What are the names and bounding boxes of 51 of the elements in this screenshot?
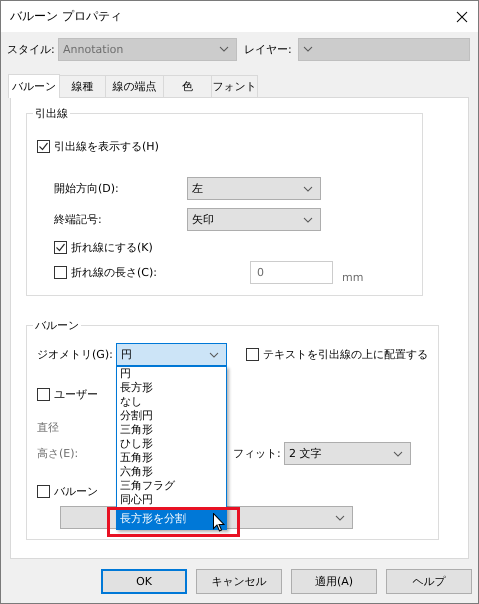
tab[interactable]: バルーン [8, 74, 60, 98]
checkbox[interactable] [37, 388, 50, 400]
field-label: 開始方向(D): [54, 181, 120, 196]
list-item[interactable]: ひし形 [116, 437, 226, 451]
list-item[interactable]: 分割円 [116, 409, 226, 423]
list-item[interactable]: なし [116, 395, 226, 409]
close-icon[interactable] [456, 10, 468, 22]
list-item[interactable]: 同心円 [116, 493, 226, 507]
list-item[interactable]: 六角形 [116, 465, 226, 479]
checkbox-label: テキストを引出線の上に配置する [262, 347, 428, 362]
geometry-dropdown[interactable]: 円 [116, 343, 227, 366]
dialog-button[interactable]: ヘルプ [386, 569, 472, 594]
checkbox-label: 引出線を表示する(H) [54, 138, 159, 154]
tab[interactable]: フォント [211, 75, 258, 97]
chevron-icon [335, 514, 345, 520]
field-label: 直径 [37, 420, 59, 434]
chevron-icon [303, 186, 313, 192]
list-item[interactable]: 五角形 [116, 451, 226, 465]
style-label: スタイル: [7, 42, 56, 56]
dropdown[interactable]: 左 [187, 177, 321, 200]
group-title: バルーン [34, 318, 80, 333]
list-item[interactable]: 三角形 [116, 423, 226, 437]
list-item[interactable]: 円 [116, 367, 226, 381]
chevron-icon [208, 352, 219, 358]
checkbox-label: ユーザー [54, 386, 98, 402]
checkbox[interactable] [246, 348, 259, 361]
unit-label: mm [342, 271, 364, 284]
checkbox[interactable] [54, 240, 67, 254]
checkbox-label: 折れ線の長さ(C): [71, 265, 157, 280]
field-label: 終端記号: [54, 212, 103, 227]
dropdown[interactable]: 矢印 [187, 208, 321, 231]
chevron-icon [302, 46, 313, 52]
dialog-button[interactable]: キャンセル [196, 569, 282, 594]
chevron-icon [303, 216, 313, 222]
fit-dropdown[interactable]: 2 文字 [284, 442, 411, 465]
chevron-icon [219, 46, 229, 52]
dialog-button[interactable]: OK [101, 569, 187, 594]
checkbox-label: バルーン [54, 484, 98, 498]
dialog-button[interactable]: 適用(A) [291, 569, 377, 594]
window-title: バルーン プロパティ [10, 8, 122, 25]
checkbox[interactable] [37, 484, 50, 498]
field-label: フィット: [233, 446, 282, 461]
field-label: 高さ(E): [37, 446, 78, 461]
checkbox-label: 折れ線にする(K) [71, 240, 153, 254]
field-label: ジオメトリ(G): [37, 347, 113, 362]
chevron-icon [393, 450, 403, 456]
list-item[interactable]: 長方形 [116, 381, 226, 395]
group-title: 引出線 [34, 106, 69, 121]
layer-label: レイヤー: [244, 42, 292, 56]
checkbox[interactable] [37, 140, 50, 152]
list-item[interactable]: 三角フラグ [116, 479, 226, 493]
